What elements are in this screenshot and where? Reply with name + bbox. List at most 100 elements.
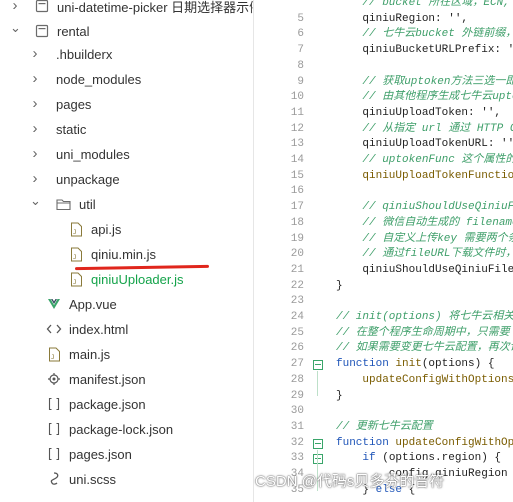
- code-line[interactable]: // qiniuShouldUseQiniuFileName 如果是 true，…: [336, 200, 513, 215]
- code-line[interactable]: // 自定义上传key 需要两个条件: [336, 232, 513, 247]
- code-line[interactable]: qiniuUploadToken: '',: [336, 106, 513, 121]
- js-file-icon: J: [68, 271, 84, 287]
- code-line[interactable]: // 通过fileURL下载文件时，需要: [336, 247, 513, 262]
- code-line[interactable]: function updateConfigWithOptions(options…: [336, 436, 513, 451]
- code-line[interactable]: // 从指定 url 通过 HTTP GET 获取 uptoken: [336, 122, 513, 137]
- chevron-down-icon[interactable]: ⌄: [30, 194, 41, 209]
- tree-item[interactable]: ⌄ rental: [0, 19, 263, 43]
- tree-item-label: pages: [56, 96, 92, 112]
- line-number: 13: [290, 138, 304, 151]
- tree-item-label: pages.json: [69, 446, 132, 462]
- fold-toggle-icon[interactable]: [313, 454, 323, 465]
- tree-item-label: App.vue: [69, 296, 117, 312]
- code-line[interactable]: // 在整个程序生命周期中，只需要 init 一次即可: [336, 326, 513, 341]
- chevron-down-icon[interactable]: ⌄: [10, 21, 21, 36]
- tree-item-label: index.html: [69, 321, 129, 337]
- fold-toggle-icon[interactable]: [313, 360, 323, 371]
- line-number: 25: [290, 326, 304, 339]
- code-line[interactable]: qiniuBucketURLPrefix: '': [336, 43, 513, 58]
- project-icon: [34, 23, 50, 39]
- code-line[interactable]: [336, 404, 513, 419]
- code-token: qiniuShouldUseQiniuFileName: false: [362, 263, 513, 276]
- chevron-right-icon[interactable]: ›: [30, 46, 40, 61]
- code-line[interactable]: // bucket 所在区域，ECN, SCN, NCN, NA, ASG，分别…: [336, 0, 513, 11]
- code-line[interactable]: // init(options) 将七牛云相关配置初始化进来: [336, 310, 513, 325]
- code-line[interactable]: // 更新七牛云配置: [336, 420, 513, 435]
- chevron-right-icon[interactable]: ›: [30, 96, 40, 111]
- code-line[interactable]: [336, 294, 513, 309]
- code-line[interactable]: // uptokenFunc 这个属性的值可以是一个用来生成uptoken的函数: [336, 153, 513, 168]
- tree-item[interactable]: › pages: [0, 92, 283, 116]
- tree-item-label: unpackage: [56, 171, 120, 187]
- line-number: 9: [297, 75, 304, 88]
- project-explorer: › uni-datetime-picker 日期选择器示例 ⌄ rental › .hbu…: [0, 0, 321, 502]
- tree-item-label: util: [79, 196, 96, 212]
- tree-item[interactable]: › node_modules: [0, 67, 283, 91]
- svg-text:J: J: [73, 229, 77, 236]
- line-number: 17: [290, 201, 304, 214]
- line-number: 27: [290, 358, 304, 371]
- code-line[interactable]: // 微信自动生成的 filename: [336, 216, 513, 231]
- tree-item-label: uni.scss: [69, 471, 116, 487]
- line-number: 20: [290, 248, 304, 261]
- line-number: 12: [290, 122, 304, 135]
- fold-toggle-icon[interactable]: [313, 438, 323, 449]
- fold-guide: [317, 371, 318, 397]
- code-line[interactable]: }: [336, 389, 513, 404]
- chevron-right-icon[interactable]: ›: [30, 71, 40, 86]
- chevron-right-icon[interactable]: ›: [10, 0, 20, 13]
- code-line[interactable]: // 由其他程序生成七牛云uptoken，然后直接写入uptoken: [336, 90, 513, 105]
- code-line[interactable]: // 七牛云bucket 外链前缀，外链在下载资源时用到: [336, 27, 513, 42]
- code-line[interactable]: function init(options) {: [336, 357, 513, 372]
- code-token: }: [336, 389, 343, 402]
- tree-item-label: package.json: [69, 396, 146, 412]
- line-number: 22: [290, 279, 304, 292]
- tree-item-label: qiniu.min.js: [91, 246, 157, 262]
- tree-item[interactable]: › uni-datetime-picker 日期选择器示例: [0, 0, 263, 18]
- line-number: 7: [297, 44, 304, 57]
- tree-item[interactable]: › uni_modules: [0, 142, 283, 166]
- line-number: 30: [290, 405, 304, 418]
- line-number: 5: [297, 12, 304, 25]
- svg-text:J: J: [51, 354, 55, 361]
- code-line[interactable]: [336, 59, 513, 74]
- code-token: // 从指定 url 通过 HTTP GET 获取 uptoken: [362, 122, 513, 135]
- code-token: // 通过fileURL下载文件时，需要: [362, 248, 513, 261]
- code-token: // init(options) 将七牛云相关配置初始化进来: [336, 311, 513, 323]
- tree-item-label: rental: [57, 23, 90, 39]
- code-line[interactable]: qiniuShouldUseQiniuFileName: false: [336, 263, 513, 278]
- tree-item[interactable]: › static: [0, 117, 283, 141]
- code-line[interactable]: qiniuUploadTokenFunction: function () {: [336, 169, 513, 184]
- code-line[interactable]: if (options.region) {: [336, 451, 513, 466]
- code-token: function: [336, 436, 396, 449]
- js-file-icon: J: [46, 346, 62, 362]
- json-file-icon: [46, 446, 62, 462]
- code-line[interactable]: qiniuUploadTokenURL: '',: [336, 137, 513, 152]
- csdn-watermark: CSDN @代码s贝多芬的音符: [255, 473, 445, 490]
- code-line[interactable]: // 获取uptoken方法三选一即可，执行优先级为：uptoken > upt…: [336, 75, 513, 90]
- tree-item[interactable]: › .hbuilderx: [0, 42, 283, 66]
- code-line[interactable]: [336, 184, 513, 199]
- code-line[interactable]: qiniuRegion: '',: [336, 12, 513, 27]
- tree-item[interactable]: ⌄ util: [0, 192, 283, 216]
- chevron-right-icon[interactable]: ›: [30, 171, 40, 186]
- line-number: 21: [290, 263, 304, 276]
- chevron-right-icon[interactable]: ›: [30, 121, 40, 136]
- code-token: // uptokenFunc 这个属性的值可以是一个用来生成uptoken的函数: [362, 154, 513, 166]
- tree-item-label: manifest.json: [69, 371, 146, 387]
- svg-text:J: J: [73, 254, 77, 261]
- code-line[interactable]: }: [336, 279, 513, 294]
- line-number: 19: [290, 232, 304, 245]
- line-number: 6: [297, 28, 304, 41]
- manifest-icon: [46, 371, 62, 387]
- code-line[interactable]: updateConfigWithOptions(options);: [336, 373, 513, 388]
- line-number: 23: [290, 295, 304, 308]
- line-number: 24: [290, 311, 304, 323]
- code-line[interactable]: // 如果需要变更七牛云配置，再次调用 init 即可: [336, 341, 513, 356]
- line-number: 32: [290, 436, 304, 449]
- project-icon: [34, 0, 50, 14]
- code-token: qiniuUploadToken: '',: [336, 106, 502, 119]
- code-token: qiniuUploadTokenFunction: function () {: [362, 169, 513, 182]
- chevron-right-icon[interactable]: ›: [30, 146, 40, 161]
- tree-item[interactable]: › unpackage: [0, 167, 283, 191]
